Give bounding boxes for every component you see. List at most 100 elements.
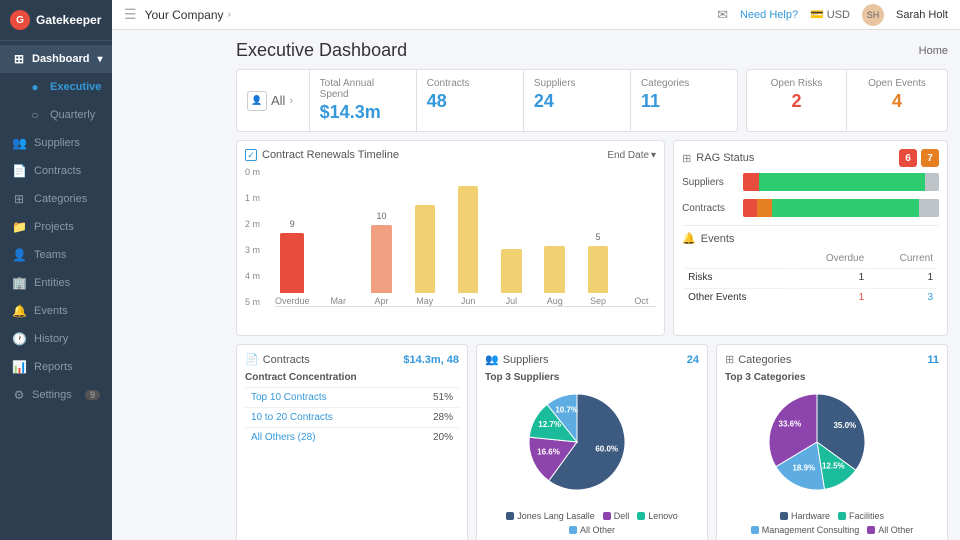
rag-orange-segment [757, 199, 773, 217]
sidebar-item-teams[interactable]: 👤 Teams [0, 241, 112, 269]
conc-row-10to20: 10 to 20 Contracts 28% [245, 407, 459, 427]
bar[interactable] [415, 205, 436, 293]
bar-value-label: 5 [596, 232, 601, 242]
metric-total-spend: Total Annual Spend $14.3m [310, 70, 417, 131]
events-table-header: Overdue Current [684, 251, 937, 266]
suppliers-value: 24 [534, 91, 620, 112]
dot-icon: ● [28, 80, 42, 94]
pie-label: 10.7% [555, 406, 578, 415]
bar[interactable]: 5 [588, 246, 609, 293]
bar-value-label: 10 [376, 211, 386, 221]
events-icon: 🔔 [682, 232, 696, 245]
bar-x-label: Apr [374, 296, 388, 306]
sidebar-item-executive[interactable]: ● Executive [0, 73, 112, 101]
bar-chart-area: 5 m 4 m 3 m 2 m 1 m 0 m 9OverdueMar10Apr… [245, 167, 656, 327]
sidebar-item-reports[interactable]: 📊 Reports [0, 353, 112, 381]
categories-panel-value: 11 [927, 354, 939, 366]
rag-grey-segment [919, 199, 939, 217]
rag-badge-red[interactable]: 6 [899, 149, 917, 167]
conc-row-others: All Others (28) 20% [245, 427, 459, 447]
filter-icon: 👤 [247, 91, 267, 111]
rag-badge-orange[interactable]: 7 [921, 149, 939, 167]
rag-suppliers-label: Suppliers [682, 177, 737, 188]
categories-value: 11 [641, 91, 727, 112]
sidebar-item-categories[interactable]: ⊞ Categories [0, 185, 112, 213]
topbar: ☰ Your Company › ✉ Need Help? 💳 USD SH S… [112, 0, 960, 30]
page-header: Executive Dashboard Home [236, 40, 948, 61]
events-col-current: Current [870, 251, 937, 266]
top-metrics-row: 👤 All › Total Annual Spend $14.3m Contra… [236, 69, 948, 132]
contracts-label: Contracts [427, 78, 513, 89]
concentration-title: Contract Concentration [245, 372, 459, 383]
total-spend-label: Total Annual Spend [320, 78, 406, 100]
sidebar-item-history[interactable]: 🕐 History [0, 325, 112, 353]
app-name: Gatekeeper [36, 13, 101, 27]
mail-icon[interactable]: ✉ [717, 7, 728, 23]
suppliers-pie-chart: 60.0%16.6%12.7%10.7% [517, 387, 667, 507]
suppliers-panel-value: 24 [687, 354, 699, 366]
rag-suppliers-bar [743, 173, 939, 191]
conc-top10-pct: 51% [433, 392, 453, 403]
bar[interactable] [501, 249, 522, 293]
user-name: Sarah Holt [896, 9, 948, 21]
dot-icon: ○ [28, 108, 42, 122]
rag-badges: 6 7 [899, 149, 939, 167]
sidebar-item-entities[interactable]: 🏢 Entities [0, 269, 112, 297]
currency-selector[interactable]: 💳 USD [810, 8, 850, 21]
conc-top10-link[interactable]: Top 10 Contracts [251, 392, 327, 403]
end-date-selector[interactable]: End Date ▾ [607, 150, 656, 161]
sidebar-item-quarterly[interactable]: ○ Quarterly [0, 101, 112, 129]
rag-row-suppliers: Suppliers [682, 173, 939, 191]
bar-group: May [410, 167, 439, 306]
conc-others-link[interactable]: All Others (28) [251, 432, 315, 443]
bar[interactable] [458, 186, 479, 293]
conc-10to20-link[interactable]: 10 to 20 Contracts [251, 412, 333, 423]
rag-row-contracts: Contracts [682, 199, 939, 217]
bar-group: Jun [453, 167, 482, 306]
rag-header: ⊞ RAG Status 6 7 [682, 149, 939, 167]
contracts-panel-header: 📄 Contracts $14.3m, 48 [245, 353, 459, 366]
sidebar-item-dashboard[interactable]: ⊞ Dashboard ▾ [0, 45, 112, 73]
events-title: 🔔 Events [682, 232, 734, 245]
currency-icon: 💳 [810, 8, 824, 21]
categories-pie-chart: 35.0%12.5%18.9%33.6% [757, 387, 907, 507]
contracts-panel-icon: 📄 [245, 353, 259, 366]
rag-green-segment [759, 173, 926, 191]
events-other-current[interactable]: 3 [870, 288, 937, 306]
charts-row: ✓ Contract Renewals Timeline End Date ▾ … [236, 140, 948, 336]
legend-mgmt-consulting: Management Consulting [751, 525, 860, 535]
bar-chart-panel: ✓ Contract Renewals Timeline End Date ▾ … [236, 140, 665, 336]
rag-events-panel: ⊞ RAG Status 6 7 Suppliers [673, 140, 948, 336]
pie-label: 18.9% [792, 463, 815, 472]
sidebar-item-projects[interactable]: 📁 Projects [0, 213, 112, 241]
events-other-overdue[interactable]: 1 [793, 288, 868, 306]
dashboard-icon: ⊞ [12, 52, 26, 66]
sidebar-item-suppliers[interactable]: 👥 Suppliers [0, 129, 112, 157]
contracts-bottom-panel: 📄 Contracts $14.3m, 48 Contract Concentr… [236, 344, 468, 540]
open-risks-value: 2 [763, 91, 830, 112]
company-selector[interactable]: Your Company › [145, 8, 231, 22]
categories-pie-container: 35.0%12.5%18.9%33.6% Hardware Facilities… [725, 387, 939, 535]
legend-dot [751, 526, 759, 534]
settings-badge: 9 [85, 390, 100, 400]
sidebar-item-settings[interactable]: ⚙ Settings 9 [0, 381, 112, 409]
y-axis: 5 m 4 m 3 m 2 m 1 m 0 m [245, 167, 260, 307]
events-col-overdue: Overdue [793, 251, 868, 266]
bar[interactable] [544, 246, 565, 293]
filter-label: All [271, 93, 285, 108]
bar[interactable]: 9 [280, 233, 304, 293]
company-arrow: › [228, 9, 231, 20]
categories-bottom-panel: ⊞ Categories 11 Top 3 Categories 35.0%12… [716, 344, 948, 540]
events-risk-current: 1 [870, 268, 937, 286]
metric-contracts: Contracts 48 [417, 70, 524, 131]
bar-value-label: 9 [290, 219, 295, 229]
all-filter[interactable]: 👤 All › [237, 70, 310, 131]
sidebar-item-contracts[interactable]: 📄 Contracts [0, 157, 112, 185]
sidebar-item-events[interactable]: 🔔 Events [0, 297, 112, 325]
help-button[interactable]: Need Help? [740, 9, 798, 21]
menu-icon[interactable]: ☰ [124, 6, 137, 23]
avatar[interactable]: SH [862, 4, 884, 26]
bar[interactable]: 10 [371, 225, 392, 293]
categories-panel-header: ⊞ Categories 11 [725, 353, 939, 366]
legend-dot [569, 526, 577, 534]
